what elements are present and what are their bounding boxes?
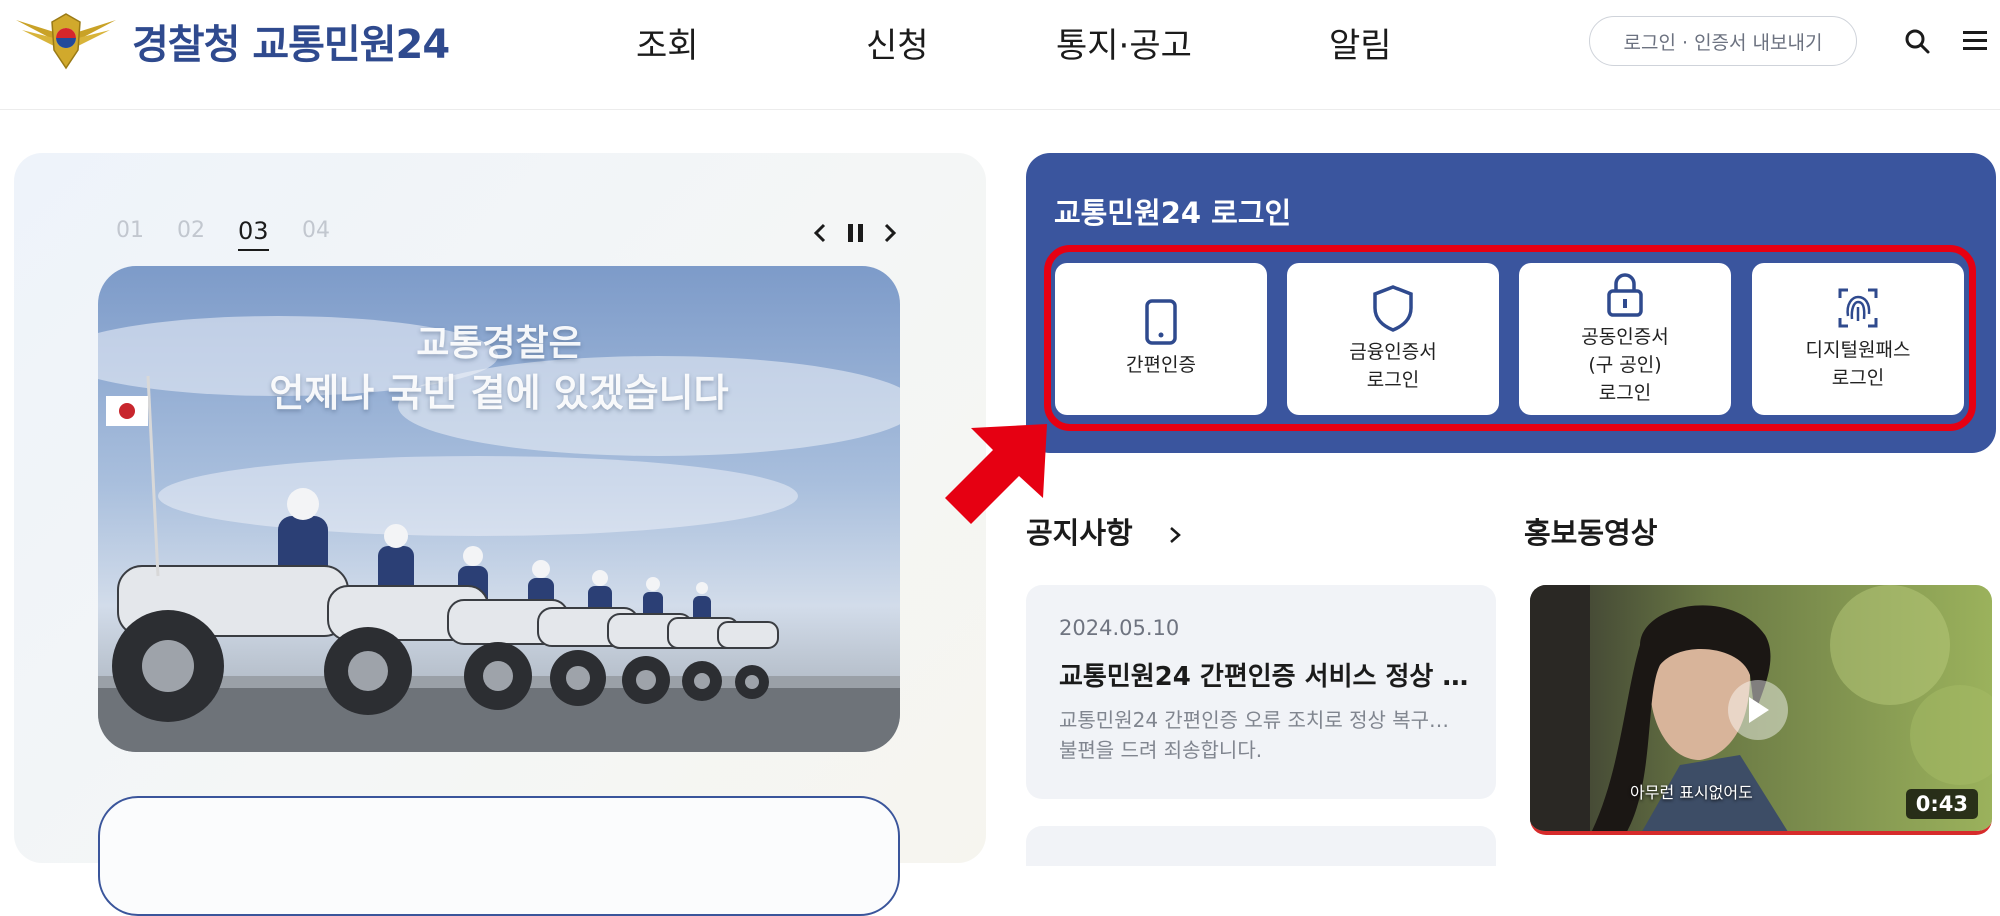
- login-export-button[interactable]: 로그인 · 인증서 내보내기: [1589, 16, 1857, 66]
- notice-date: 2024.05.10: [1059, 616, 1180, 640]
- play-icon[interactable]: [1728, 680, 1788, 740]
- chevron-right-icon[interactable]: [876, 218, 904, 248]
- banner-headline-line1: 교통경찰은: [416, 323, 582, 364]
- logo-text: 경찰청 교통민원24: [132, 22, 450, 68]
- hamburger-menu-icon[interactable]: [1958, 24, 1992, 58]
- chevron-right-icon: [1170, 527, 1181, 543]
- main-banner-image[interactable]: 교통경찰은 언제나 국민 곁에 있겠습니다: [98, 266, 900, 752]
- banner-headline-line2: 언제나 국민 곁에 있겠습니다: [269, 371, 729, 415]
- notice-summary-line2: 불편을 드려 죄송합니다.: [1059, 738, 1263, 762]
- annotation-highlight-box: [1044, 245, 1976, 431]
- notice-title-text: 공지사항: [1026, 516, 1133, 550]
- site-header: 경찰청 교통민원24 조회 신청 통지·공고 알림 로그인 · 인증서 내보내기: [0, 0, 2000, 110]
- video-duration: 0:43: [1905, 789, 1978, 819]
- slide-indicator-02[interactable]: 02: [177, 218, 205, 243]
- pause-icon[interactable]: [842, 218, 870, 248]
- video-section-title: 홍보동영상: [1524, 516, 1658, 550]
- site-logo[interactable]: 경찰청 교통민원24: [14, 10, 450, 72]
- slide-indicator-04[interactable]: 04: [302, 218, 330, 243]
- notice-item-title[interactable]: 교통민원24 간편인증 서비스 정상 …: [1059, 656, 1469, 693]
- quick-service-card[interactable]: [98, 796, 900, 916]
- slide-indicator-03[interactable]: 03: [238, 217, 269, 251]
- video-subtitle: 아무런 표시없어도: [1630, 783, 1753, 802]
- chevron-left-icon[interactable]: [806, 218, 834, 248]
- login-title: 교통민원24 로그인: [1054, 196, 1292, 230]
- search-icon[interactable]: [1900, 24, 1934, 58]
- notice-card-next[interactable]: [1026, 826, 1496, 866]
- nav-item-notice[interactable]: 통지·공고: [1056, 18, 1192, 66]
- nav-item-alerts[interactable]: 알림: [1329, 18, 1392, 66]
- nav-item-inquiry[interactable]: 조회: [636, 18, 699, 66]
- nav-item-apply[interactable]: 신청: [866, 18, 929, 66]
- notice-item-summary: 교통민원24 간편인증 오류 조치로 정상 복구… 불편을 드려 죄송합니다.: [1059, 705, 1469, 765]
- notice-section-title[interactable]: 공지사항: [1026, 510, 1185, 552]
- promo-video-thumbnail[interactable]: 아무런 표시없어도 0:43: [1530, 585, 1992, 835]
- notice-summary-line1: 교통민원24 간편인증 오류 조치로 정상 복구…: [1059, 708, 1450, 732]
- slide-indicator-01[interactable]: 01: [116, 218, 144, 243]
- police-emblem-icon: [16, 13, 116, 70]
